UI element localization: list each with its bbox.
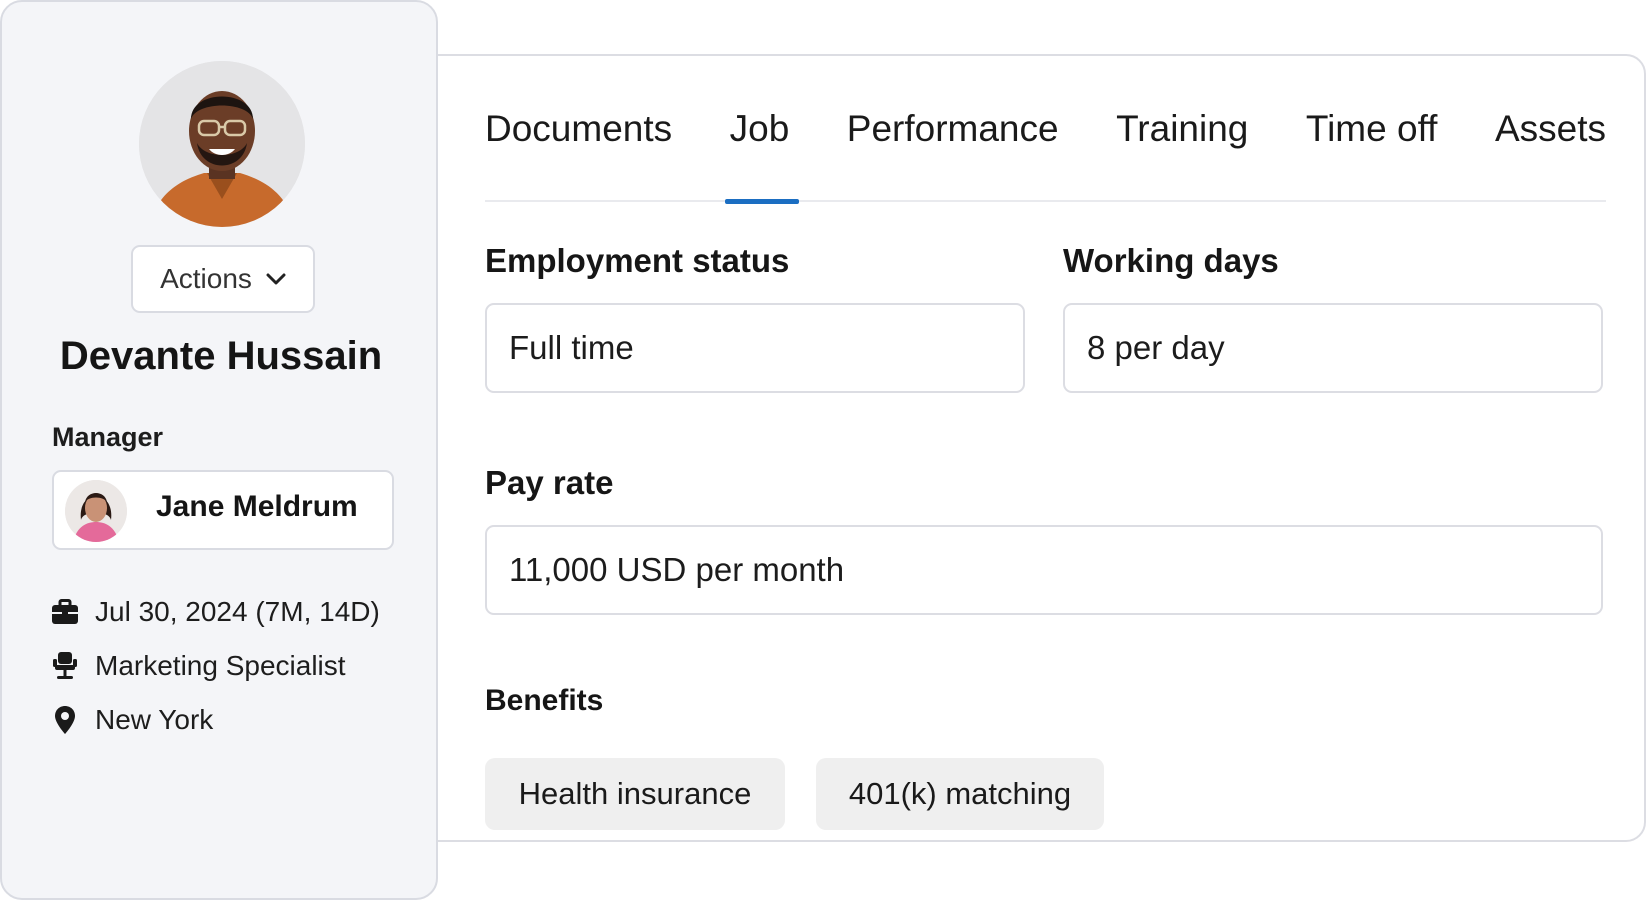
working-days-label: Working days (1063, 242, 1279, 279)
job-title-row: Marketing Specialist (50, 648, 346, 684)
benefit-chip-401k-matching: 401(k) matching (816, 758, 1104, 830)
avatar (139, 61, 305, 227)
job-title-text: Marketing Specialist (95, 650, 346, 681)
employee-photo-icon (139, 61, 305, 227)
benefits-label: Benefits (485, 684, 604, 717)
benefit-chip-health-insurance: Health insurance (485, 758, 785, 830)
tab-assets[interactable]: Assets (1495, 96, 1606, 202)
location-pin-icon (50, 704, 80, 736)
manager-avatar (65, 480, 127, 542)
tab-training[interactable]: Training (1116, 96, 1248, 202)
manager-name: Jane Meldrum (156, 490, 358, 523)
job-details-card: Documents Job Performance Training Time … (400, 54, 1646, 842)
working-days-field[interactable]: 8 per day (1063, 303, 1603, 393)
tab-bar: Documents Job Performance Training Time … (485, 96, 1606, 204)
office-chair-icon (50, 650, 80, 682)
manager-card[interactable]: Jane Meldrum (52, 470, 394, 550)
employment-status-field[interactable]: Full time (485, 303, 1025, 393)
manager-photo-icon (65, 480, 127, 542)
start-date-text: Jul 30, 2024 (7M, 14D) (95, 596, 380, 627)
briefcase-icon (50, 596, 80, 628)
tab-time-off[interactable]: Time off (1306, 96, 1438, 202)
pay-rate-label: Pay rate (485, 464, 614, 501)
location-row: New York (50, 702, 213, 738)
start-date-row: Jul 30, 2024 (7M, 14D) (50, 594, 380, 630)
employee-name: Devante Hussain (59, 334, 383, 378)
chevron-down-icon (266, 273, 286, 285)
profile-card: Actions Devante Hussain Manager Jane Mel… (0, 0, 438, 900)
actions-button[interactable]: Actions (131, 245, 315, 313)
employment-status-label: Employment status (485, 242, 790, 279)
location-text: New York (95, 704, 214, 735)
actions-button-label: Actions (160, 263, 252, 294)
manager-label: Manager (52, 422, 164, 452)
tab-documents[interactable]: Documents (485, 96, 672, 202)
pay-rate-field[interactable]: 11,000 USD per month (485, 525, 1603, 615)
tab-performance[interactable]: Performance (847, 96, 1059, 202)
tab-job[interactable]: Job (724, 96, 799, 204)
